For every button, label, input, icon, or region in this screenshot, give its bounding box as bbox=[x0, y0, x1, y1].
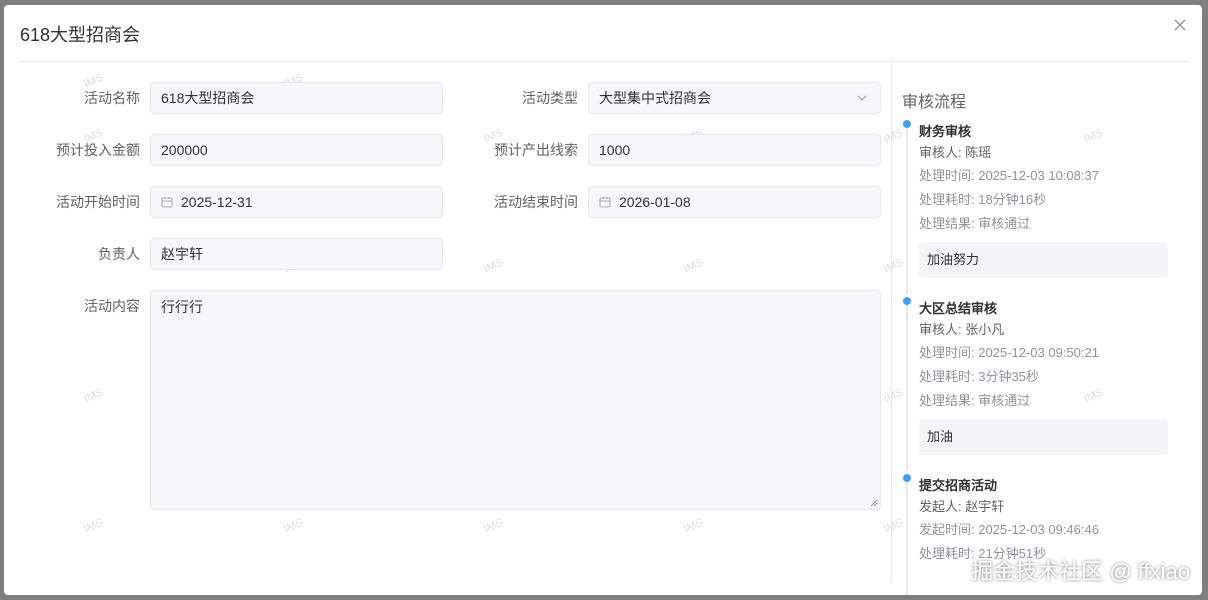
chevron-down-icon bbox=[857, 95, 867, 101]
step-comment: 加油努力 bbox=[919, 242, 1168, 278]
timeline-dot bbox=[903, 474, 911, 482]
leads-label: 预计产出线索 bbox=[494, 142, 578, 158]
activity-type-value: 大型集中式招商会 bbox=[599, 90, 711, 106]
activity-name-label: 活动名称 bbox=[84, 90, 140, 106]
budget-label: 预计投入金额 bbox=[56, 142, 140, 158]
dialog-title: 618大型招商会 bbox=[20, 25, 141, 45]
content-textarea[interactable]: 行行行 bbox=[150, 290, 881, 510]
step-duration: 处理耗时: 3分钟35秒 bbox=[919, 369, 1039, 384]
timeline-line bbox=[906, 481, 908, 595]
close-icon[interactable] bbox=[1172, 17, 1188, 33]
timeline-line bbox=[906, 128, 908, 294]
step-comment: 加油 bbox=[919, 419, 1168, 455]
step-person: 发起人: 赵宇轩 bbox=[919, 499, 1005, 514]
owner-label: 负责人 bbox=[98, 246, 140, 262]
activity-dialog: 618大型招商会 IMS IMS IMS IMS IMS IMS IMS IMS… bbox=[4, 5, 1202, 595]
review-panel: 审核流程 财务审核 审核人: 陈瑶 处理时间: 2025-12-03 10:08… bbox=[902, 62, 1182, 595]
budget-field[interactable]: 200000 bbox=[150, 134, 443, 166]
start-date-picker[interactable]: 2025-12-31 bbox=[150, 186, 443, 218]
step-person: 审核人: 张小凡 bbox=[919, 322, 1005, 337]
budget-value: 200000 bbox=[161, 142, 208, 158]
leads-field[interactable]: 1000 bbox=[588, 134, 881, 166]
step-title: 提交招商活动 bbox=[919, 478, 998, 493]
start-time-label: 活动开始时间 bbox=[56, 194, 140, 210]
calendar-icon bbox=[599, 197, 611, 208]
timeline-dot bbox=[903, 120, 911, 128]
activity-name-value: 618大型招商会 bbox=[161, 90, 255, 106]
content-value: 行行行 bbox=[161, 299, 203, 315]
owner-field[interactable]: 赵宇轩 bbox=[150, 238, 443, 270]
timeline-item: 提交招商活动 发起人: 赵宇轩 发起时间: 2025-12-03 09:46:4… bbox=[919, 476, 1169, 566]
panel-divider bbox=[891, 62, 892, 582]
leads-value: 1000 bbox=[599, 142, 631, 158]
step-result: 处理结果: 审核通过 bbox=[919, 393, 1031, 408]
calendar-icon bbox=[161, 197, 173, 208]
timeline-dot bbox=[903, 297, 911, 305]
activity-name-field[interactable]: 618大型招商会 bbox=[150, 82, 443, 114]
step-time: 处理时间: 2025-12-03 10:08:37 bbox=[919, 168, 1099, 183]
step-time: 处理时间: 2025-12-03 09:50:21 bbox=[919, 345, 1099, 360]
step-result: 处理结果: 审核通过 bbox=[919, 216, 1031, 231]
step-title: 大区总结审核 bbox=[919, 301, 998, 316]
step-time: 发起时间: 2025-12-03 09:46:46 bbox=[919, 522, 1099, 537]
owner-value: 赵宇轩 bbox=[161, 246, 203, 262]
step-title: 财务审核 bbox=[919, 124, 972, 139]
resize-handle-icon[interactable] bbox=[870, 499, 878, 507]
review-title: 审核流程 bbox=[902, 94, 967, 111]
timeline-item: 大区总结审核 审核人: 张小凡 处理时间: 2025-12-03 09:50:2… bbox=[919, 299, 1169, 455]
activity-type-select[interactable]: 大型集中式招商会 bbox=[588, 82, 881, 114]
timeline-line bbox=[906, 304, 908, 470]
end-date-value: 2026-01-08 bbox=[619, 194, 691, 210]
start-date-value: 2025-12-31 bbox=[181, 194, 253, 210]
step-duration: 处理耗时: 18分钟16秒 bbox=[919, 192, 1047, 207]
activity-form: 活动名称 618大型招商会 活动类型 大型集中式招商会 预计投入金额 20000… bbox=[20, 62, 890, 595]
timeline-item: 财务审核 审核人: 陈瑶 处理时间: 2025-12-03 10:08:37 处… bbox=[919, 122, 1169, 278]
end-time-label: 活动结束时间 bbox=[494, 194, 578, 210]
end-date-picker[interactable]: 2026-01-08 bbox=[588, 186, 881, 218]
content-label: 活动内容 bbox=[84, 298, 140, 314]
step-person: 审核人: 陈瑶 bbox=[919, 145, 992, 160]
brand-watermark: 掘金技术社区 @ ffxiao bbox=[971, 559, 1190, 584]
activity-type-label: 活动类型 bbox=[522, 90, 578, 106]
